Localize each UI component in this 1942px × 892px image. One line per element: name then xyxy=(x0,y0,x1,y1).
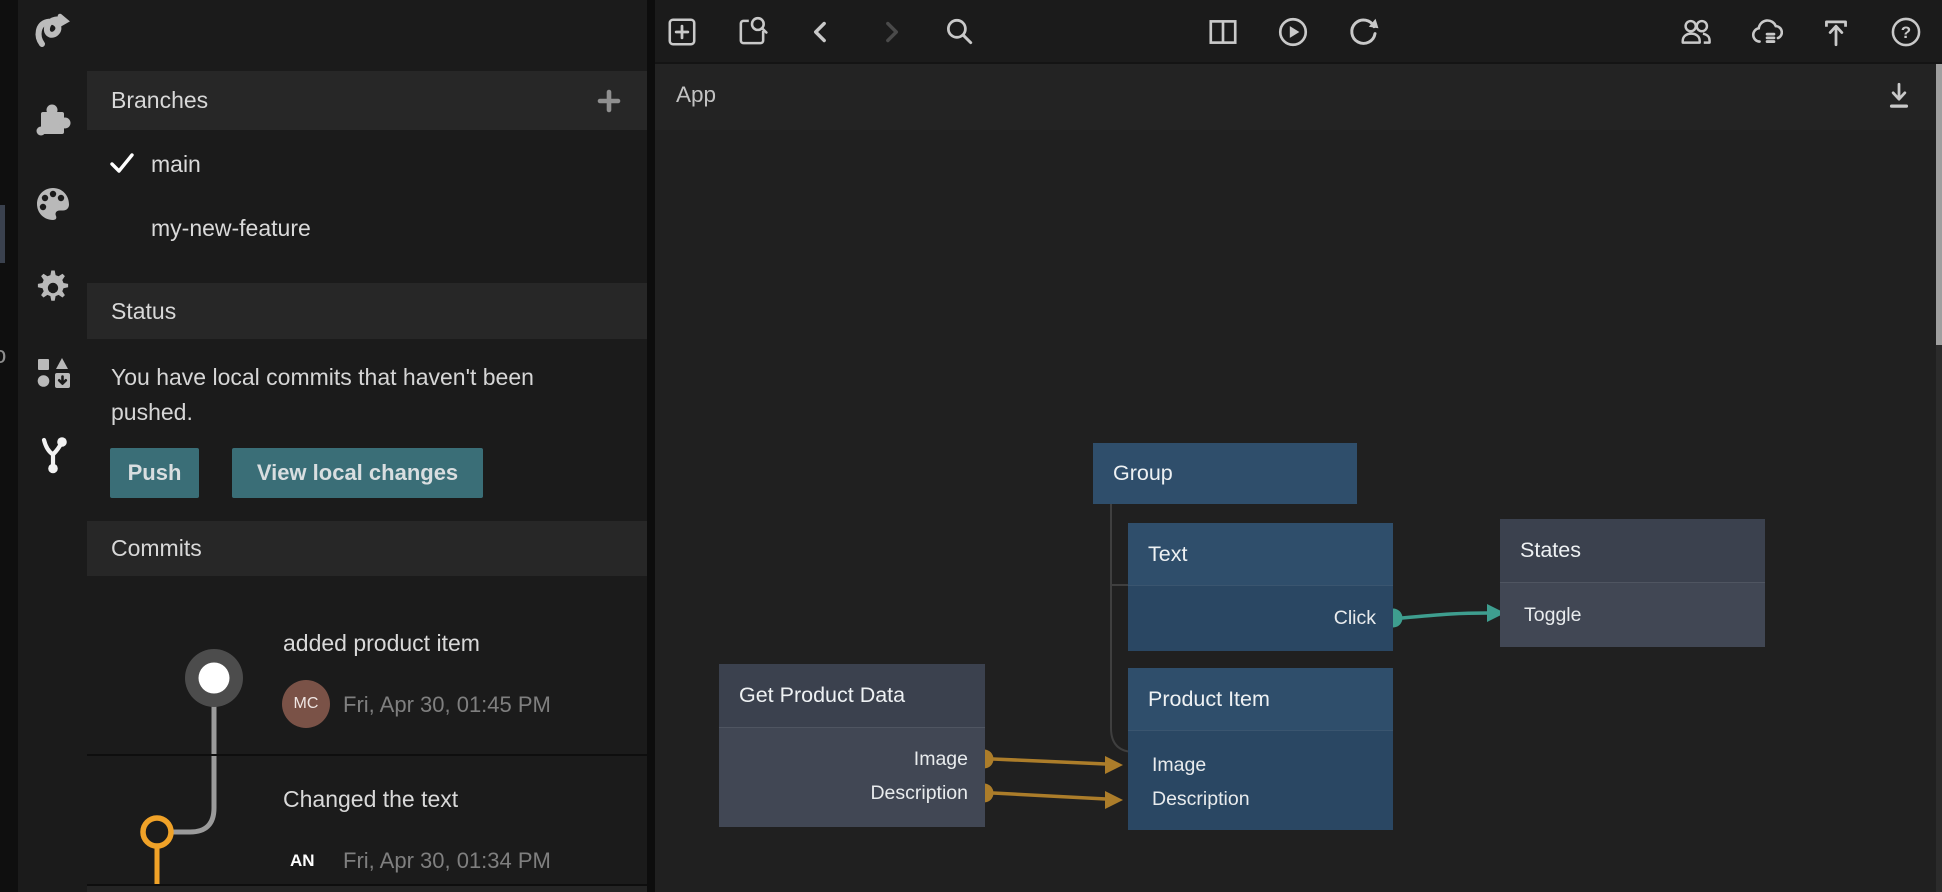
node-canvas[interactable]: Group Text Click States Toggle Get Produ… xyxy=(655,130,1942,892)
port-label: Description xyxy=(870,782,968,805)
push-button[interactable]: Push xyxy=(110,448,199,498)
node-label: States xyxy=(1520,538,1581,563)
branch-name: my-new-feature xyxy=(151,215,311,242)
port-label: Image xyxy=(1152,754,1206,777)
node-group[interactable]: Group xyxy=(1093,443,1357,504)
port-label: Click xyxy=(1334,607,1376,630)
canvas-header: App xyxy=(655,64,1942,130)
search-icon[interactable] xyxy=(942,15,976,49)
node-get-product-data[interactable]: Get Product Data Image Description xyxy=(719,664,985,827)
branches-section-header: Branches xyxy=(87,71,647,130)
branches-title: Branches xyxy=(111,87,208,114)
port-label: Description xyxy=(1152,788,1250,811)
canvas-scrollbar-thumb[interactable] xyxy=(1936,64,1942,345)
branch-name: main xyxy=(151,151,201,178)
node-product-item[interactable]: Product Item Image Description xyxy=(1128,668,1393,830)
avatar: MC xyxy=(282,680,330,728)
author-initials: AN xyxy=(290,851,315,871)
background-text-fragment: o xyxy=(0,342,6,370)
node-text[interactable]: Text Click xyxy=(1128,523,1393,651)
cloud-services-icon[interactable] xyxy=(1749,15,1783,49)
commit-date: Fri, Apr 30, 01:45 PM xyxy=(343,692,551,718)
commit-graph xyxy=(87,0,647,892)
add-node-icon[interactable] xyxy=(665,15,699,49)
input-port-image[interactable]: Image xyxy=(1128,748,1393,782)
breadcrumb[interactable]: App xyxy=(676,82,716,108)
commit-message: Changed the text xyxy=(283,786,458,813)
svg-text:?: ? xyxy=(1901,23,1911,42)
input-port-toggle[interactable]: Toggle xyxy=(1500,598,1765,632)
commits-title: Commits xyxy=(111,535,202,562)
node-states[interactable]: States Toggle xyxy=(1500,519,1765,647)
publish-icon[interactable] xyxy=(1819,15,1853,49)
activity-bar xyxy=(18,0,87,892)
port-label: Toggle xyxy=(1524,604,1581,627)
editor-main: ? App Group xyxy=(655,0,1942,892)
refresh-icon[interactable] xyxy=(1346,15,1380,49)
check-icon xyxy=(107,149,137,179)
noodl-logo-icon[interactable] xyxy=(33,13,73,53)
split-view-icon[interactable] xyxy=(1206,15,1240,49)
navigate-forward-icon[interactable] xyxy=(874,15,908,49)
marketplace-icon[interactable] xyxy=(33,352,73,392)
components-icon[interactable] xyxy=(33,100,73,140)
output-port-click[interactable]: Click xyxy=(1128,602,1393,636)
settings-gear-icon[interactable] xyxy=(33,268,73,308)
input-port-description[interactable]: Description xyxy=(1128,782,1393,816)
component-search-icon[interactable] xyxy=(735,15,769,49)
branch-item-my-new-feature[interactable]: my-new-feature xyxy=(87,202,647,254)
navigate-back-icon[interactable] xyxy=(804,15,838,49)
editor-toolbar: ? xyxy=(655,0,1942,64)
view-local-changes-button[interactable]: View local changes xyxy=(232,448,483,498)
node-label: Get Product Data xyxy=(739,683,905,708)
node-label: Text xyxy=(1148,542,1187,567)
commit-date: Fri, Apr 30, 01:34 PM xyxy=(343,848,551,874)
port-label: Image xyxy=(914,748,968,771)
status-title: Status xyxy=(111,298,176,325)
commits-section-header: Commits xyxy=(87,521,647,576)
node-label: Group xyxy=(1113,461,1173,486)
branch-item-main[interactable]: main xyxy=(87,138,647,190)
download-icon[interactable] xyxy=(1882,79,1916,113)
help-icon[interactable]: ? xyxy=(1889,15,1923,49)
next-commit-row-edge xyxy=(87,886,647,892)
panel-splitter[interactable] xyxy=(647,0,655,892)
commit-message: added product item xyxy=(283,630,480,657)
collaborators-icon[interactable] xyxy=(1679,15,1713,49)
version-control-branch-icon[interactable] xyxy=(33,435,73,475)
add-branch-icon[interactable] xyxy=(595,87,623,115)
status-section-header: Status xyxy=(87,283,647,339)
noodl-editor-window: { "window": { "background_fragments": ["… xyxy=(0,0,1942,892)
status-message: You have local commits that haven't been… xyxy=(111,360,616,430)
node-label: Product Item xyxy=(1148,687,1270,712)
commit-node-previous[interactable] xyxy=(143,818,171,846)
background-window-edge: t o xyxy=(0,0,18,892)
commit-node-current[interactable] xyxy=(185,649,243,707)
styles-palette-icon[interactable] xyxy=(33,183,73,223)
background-window-sliver xyxy=(0,205,5,263)
output-port-description[interactable]: Description xyxy=(719,776,985,810)
preview-play-icon[interactable] xyxy=(1276,15,1310,49)
output-port-image[interactable]: Image xyxy=(719,742,985,776)
divider xyxy=(87,754,647,756)
version-control-panel: Branches main my-new-feature Status You … xyxy=(87,0,647,892)
